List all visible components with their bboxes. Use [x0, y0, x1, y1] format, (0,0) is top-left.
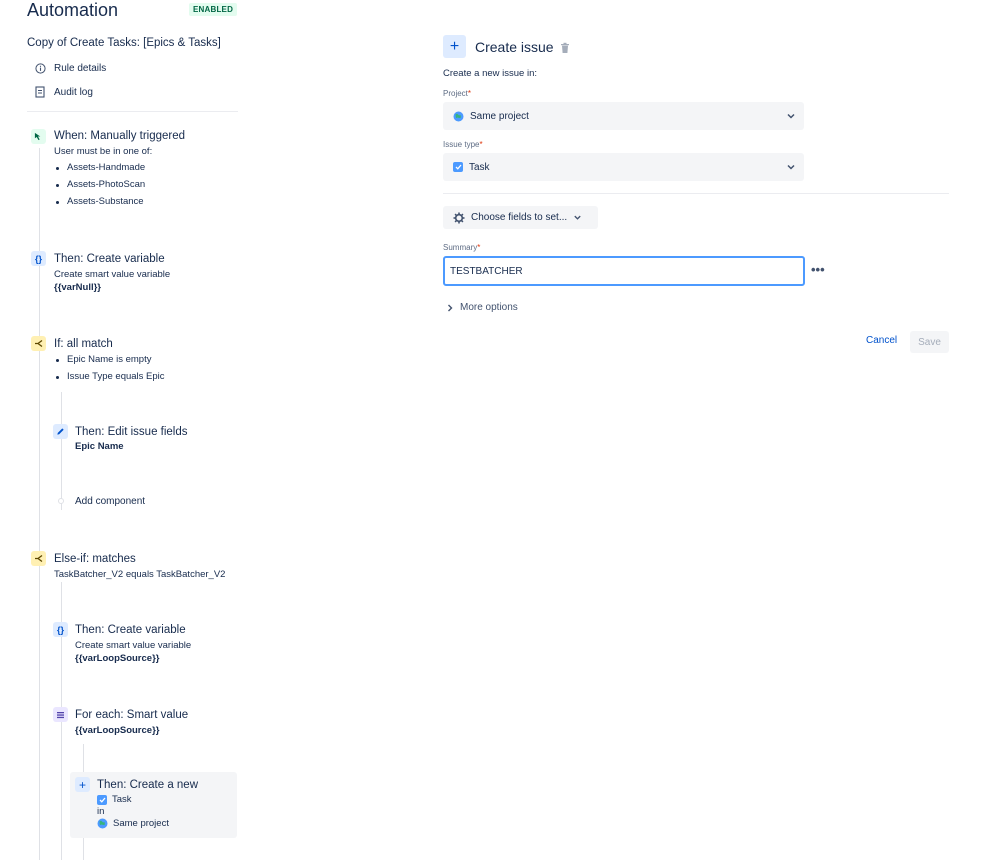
audit-log-label: Audit log: [54, 86, 93, 98]
project-label: Project*: [443, 89, 472, 98]
project-select-value: Same project: [470, 110, 529, 122]
list-item: Assets-Handmade: [54, 162, 185, 179]
trash-icon[interactable]: [560, 41, 570, 53]
globe-icon: [97, 818, 108, 829]
choose-fields-button[interactable]: Choose fields to set...: [443, 206, 598, 229]
branch-icon: [31, 551, 46, 566]
create-variable-component[interactable]: Then: Create variable Create smart value…: [75, 624, 191, 664]
rule-name: Copy of Create Tasks: [Epics & Tasks]: [27, 37, 221, 49]
pencil-icon: [53, 424, 68, 439]
create-new-project-label: Same project: [113, 818, 169, 829]
create-issue-icon: +: [443, 35, 466, 58]
list-item: Assets-PhotoScan: [54, 179, 185, 196]
document-icon: [34, 86, 46, 98]
more-options-toggle[interactable]: More options: [446, 302, 518, 313]
else-if-title: Else-if: matches: [54, 553, 136, 565]
if-condition-title: If: all match: [54, 338, 113, 350]
variable-icon: {}: [53, 622, 68, 637]
list-item: Issue Type equals Epic: [54, 371, 165, 388]
loop-icon: [53, 707, 68, 722]
save-button[interactable]: Save: [910, 331, 949, 353]
for-each-value: {{varLoopSource}}: [75, 725, 160, 736]
for-each-component[interactable]: For each: Smart value {{varLoopSource}}: [75, 709, 188, 736]
issue-type-select-value: Task: [469, 161, 490, 173]
trigger-groups: Assets-Handmade Assets-PhotoScan Assets-…: [54, 162, 185, 213]
variable-icon: {}: [31, 251, 46, 266]
edit-fields-component[interactable]: Then: Edit issue fields Epic Name: [75, 426, 188, 452]
create-variable-value: {{varLoopSource}}: [75, 653, 160, 664]
plus-icon: +: [75, 777, 90, 792]
checkbox-icon: [453, 162, 463, 172]
gear-icon: [453, 212, 465, 224]
chevron-down-icon: [787, 113, 795, 119]
choose-fields-label: Choose fields to set...: [471, 212, 568, 223]
for-each-title: For each: Smart value: [75, 709, 189, 721]
trigger-icon: [31, 129, 46, 144]
trigger-subtitle: User must be in one of:: [54, 146, 153, 157]
add-component-button[interactable]: Add component: [75, 496, 145, 507]
panel-title: Create issue: [475, 39, 554, 55]
create-new-details: Then: Create a new Task in Same project: [97, 779, 198, 829]
project-select[interactable]: Same project: [443, 102, 804, 130]
create-variable-title: Then: Create variable: [75, 624, 186, 636]
else-if-component[interactable]: Else-if: matches TaskBatcher_V2 equals T…: [54, 553, 225, 580]
trigger-component[interactable]: When: Manually triggered User must be in…: [54, 130, 185, 213]
checkbox-icon: [97, 794, 107, 805]
summary-input[interactable]: [443, 256, 805, 286]
create-variable-subtitle: Create smart value variable: [54, 269, 171, 280]
globe-icon: [453, 111, 464, 122]
create-new-issue-type-label: Task: [112, 794, 132, 805]
more-options-label: More options: [460, 302, 518, 313]
issue-type-label: Issue type*: [443, 140, 483, 149]
chevron-right-icon: [448, 304, 453, 311]
chevron-down-icon: [574, 215, 581, 220]
create-variable-component[interactable]: Then: Create variable Create smart value…: [54, 253, 170, 293]
rule-details-link[interactable]: Rule details: [34, 62, 106, 74]
create-variable-subtitle: Create smart value variable: [75, 640, 192, 651]
branch-icon: [31, 336, 46, 351]
if-condition-component[interactable]: If: all match Epic Name is empty Issue T…: [54, 338, 165, 388]
edit-fields-title: Then: Edit issue fields: [75, 426, 188, 438]
if-condition-list: Epic Name is empty Issue Type equals Epi…: [54, 354, 165, 388]
rule-details-label: Rule details: [54, 62, 107, 74]
create-new-issue-type: Task: [97, 794, 198, 805]
create-variable-value: {{varNull}}: [54, 282, 101, 293]
list-item: Assets-Substance: [54, 196, 185, 213]
create-new-project: Same project: [97, 818, 198, 829]
more-actions-icon[interactable]: •••: [811, 262, 825, 277]
create-variable-title: Then: Create variable: [54, 253, 165, 265]
panel-divider: [443, 193, 949, 194]
panel-intro: Create a new issue in:: [443, 68, 537, 79]
create-new-in-label: in: [97, 806, 105, 817]
sidebar-divider: [27, 111, 238, 112]
list-item: Epic Name is empty: [54, 354, 165, 371]
chevron-down-icon: [787, 164, 795, 170]
create-new-title: Then: Create a new: [97, 779, 199, 791]
else-if-subtitle: TaskBatcher_V2 equals TaskBatcher_V2: [54, 569, 226, 580]
page-title: Automation: [27, 0, 119, 20]
flow-line-if-branch: [61, 392, 62, 510]
add-component-dot: [58, 498, 64, 504]
info-icon: [34, 62, 46, 74]
cancel-button[interactable]: Cancel: [866, 335, 897, 346]
status-badge: ENABLED: [189, 3, 238, 16]
summary-label: Summary*: [443, 243, 481, 252]
audit-log-link[interactable]: Audit log: [34, 86, 93, 98]
issue-type-select[interactable]: Task: [443, 153, 804, 181]
trigger-title: When: Manually triggered: [54, 130, 186, 142]
edit-fields-value: Epic Name: [75, 441, 124, 452]
